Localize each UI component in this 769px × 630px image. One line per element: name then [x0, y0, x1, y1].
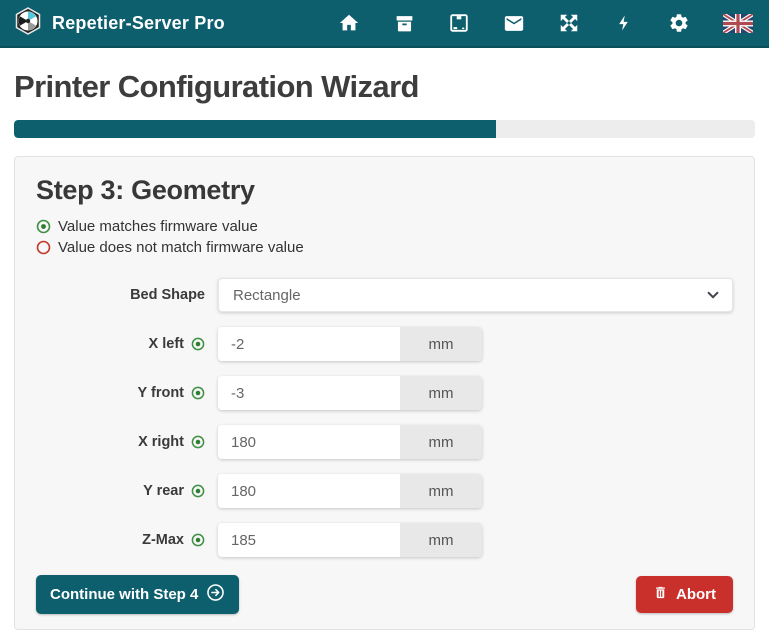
legend-mismatch: Value does not match firmware value: [36, 237, 733, 258]
y-rear-unit: mm: [400, 474, 482, 508]
x-left-unit: mm: [400, 327, 482, 361]
form-row-z-max: Z-Max mm: [36, 523, 733, 557]
x-right-input[interactable]: [218, 425, 400, 459]
x-left-label: X left: [149, 336, 184, 352]
expand-arrows-icon[interactable]: [558, 12, 580, 34]
panel-footer: Continue with Step 4 Abort: [36, 575, 733, 614]
trash-icon: [653, 584, 668, 605]
settings-gear-icon[interactable]: [668, 12, 690, 34]
form-row-x-left: X left mm: [36, 327, 733, 361]
continue-button-label: Continue with Step 4: [50, 586, 198, 603]
z-max-label: Z-Max: [142, 532, 184, 548]
z-max-input[interactable]: [218, 523, 400, 557]
y-rear-label: Y rear: [143, 483, 184, 499]
legend-mismatch-label: Value does not match firmware value: [58, 237, 304, 258]
legend-match-label: Value matches firmware value: [58, 216, 258, 237]
mail-icon[interactable]: [503, 12, 525, 34]
form-row-y-front: Y front mm: [36, 376, 733, 410]
z-max-unit: mm: [400, 523, 482, 557]
chevron-down-icon: [706, 288, 720, 306]
y-front-input[interactable]: [218, 376, 400, 410]
x-left-input[interactable]: [218, 327, 400, 361]
step-panel: Step 3: Geometry Value matches firmware …: [14, 156, 755, 630]
y-rear-input[interactable]: [218, 474, 400, 508]
y-front-label: Y front: [138, 385, 184, 401]
bed-shape-select[interactable]: Rectangle: [218, 278, 733, 312]
bed-shape-label: Bed Shape: [36, 287, 218, 303]
wizard-progress-bar: [14, 120, 755, 138]
home-icon[interactable]: [338, 12, 360, 34]
brand[interactable]: Repetier-Server Pro: [14, 7, 225, 40]
match-status-icon: [191, 435, 205, 449]
abort-button[interactable]: Abort: [636, 576, 733, 613]
match-status-icon: [191, 386, 205, 400]
geometry-form: Bed Shape Rectangle X left: [36, 278, 733, 557]
form-row-y-rear: Y rear mm: [36, 474, 733, 508]
language-flag-en-icon[interactable]: [723, 12, 753, 34]
form-row-bed-shape: Bed Shape Rectangle: [36, 278, 733, 312]
step-title: Step 3: Geometry: [36, 175, 733, 206]
radio-match-icon: [36, 219, 51, 234]
navbar-icon-group: [338, 12, 753, 34]
top-navbar: Repetier-Server Pro: [0, 0, 769, 48]
brand-title: Repetier-Server Pro: [52, 13, 225, 34]
wizard-progress-fill: [14, 120, 496, 138]
abort-button-label: Abort: [676, 586, 716, 603]
power-bolt-icon[interactable]: [613, 12, 635, 34]
repetier-logo-icon: [14, 7, 42, 40]
continue-step-4-button[interactable]: Continue with Step 4: [36, 575, 239, 614]
match-status-icon: [191, 533, 205, 547]
x-right-unit: mm: [400, 425, 482, 459]
match-status-icon: [191, 484, 205, 498]
form-row-x-right: X right mm: [36, 425, 733, 459]
page-title: Printer Configuration Wizard: [14, 69, 755, 105]
archive-box-icon[interactable]: [393, 12, 415, 34]
printer-icon[interactable]: [448, 12, 470, 34]
radio-mismatch-icon: [36, 240, 51, 255]
legend-match: Value matches firmware value: [36, 216, 733, 237]
match-status-icon: [191, 337, 205, 351]
arrow-right-circle-icon: [206, 583, 225, 606]
bed-shape-selected-value: Rectangle: [233, 287, 301, 304]
x-right-label: X right: [138, 434, 184, 450]
y-front-unit: mm: [400, 376, 482, 410]
page-content: Printer Configuration Wizard Step 3: Geo…: [0, 69, 769, 630]
